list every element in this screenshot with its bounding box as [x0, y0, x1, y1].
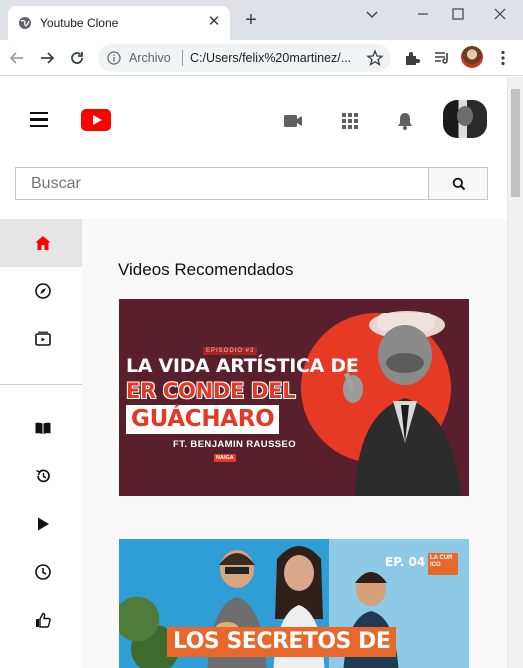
- clock-icon: [35, 564, 51, 580]
- thumbnail-episode-label: EP. 04: [385, 555, 426, 569]
- compass-icon: [35, 283, 51, 299]
- back-icon[interactable]: [6, 47, 28, 69]
- sidebar-divider: [0, 384, 82, 385]
- minimize-icon[interactable]: [413, 4, 433, 24]
- library-icon: [35, 422, 51, 434]
- bell-icon[interactable]: [394, 110, 416, 132]
- close-window-icon[interactable]: [490, 4, 510, 24]
- thumbs-up-icon: [36, 612, 51, 628]
- thumbnail-text-line4: FT. BENJAMIN RAUSSEO: [173, 439, 297, 450]
- tab-strip: Youtube Clone ✕ +: [0, 0, 523, 40]
- browser-profile-avatar[interactable]: [461, 46, 483, 68]
- sidebar-item-liked-videos[interactable]: [0, 596, 82, 644]
- video-thumbnail[interactable]: EP. 04 LA CUR ICO LOS SECRETOS DE: [119, 539, 469, 668]
- sidebar-item-library[interactable]: [0, 404, 82, 452]
- maximize-icon[interactable]: [448, 4, 468, 24]
- youtube-logo[interactable]: [81, 109, 111, 131]
- sidebar-item-your-videos[interactable]: [0, 500, 82, 548]
- thumbnail-text-line3: GUÁCHARO: [126, 405, 280, 434]
- video-thumbnail[interactable]: EPISODIO #3 LA VIDA ARTÍSTICA DE ER COND…: [119, 299, 469, 496]
- sidebar-item-history[interactable]: [0, 452, 82, 500]
- reload-icon[interactable]: [66, 47, 88, 69]
- sidebar-item-subscriptions[interactable]: [0, 315, 82, 363]
- home-icon: [35, 236, 51, 250]
- info-icon[interactable]: [107, 51, 121, 65]
- scrollbar-thumb[interactable]: [511, 89, 520, 197]
- bookmark-star-icon[interactable]: [366, 49, 384, 67]
- media-control-icon[interactable]: [432, 48, 452, 68]
- globe-icon: [19, 17, 31, 29]
- search-box: [15, 167, 428, 200]
- user-avatar[interactable]: [443, 100, 487, 138]
- search-input[interactable]: [16, 168, 427, 199]
- new-tab-icon[interactable]: +: [241, 10, 261, 30]
- sidebar-item-home[interactable]: [0, 219, 82, 267]
- browser-toolbar: Archivo C:/Users/felix%20martinez/...: [0, 40, 523, 76]
- main-content: Videos Recomendados EPISODIO #3 LA VIDA …: [82, 219, 507, 668]
- sidebar-item-explore[interactable]: [0, 267, 82, 315]
- sidebar: [0, 219, 82, 668]
- tab-title: Youtube Clone: [40, 16, 119, 30]
- thumbnail-text-line2: ER CONDE DEL: [126, 379, 296, 403]
- thumbnail-person-image: [343, 311, 461, 496]
- page-scrollbar[interactable]: [507, 77, 523, 668]
- more-menu-icon[interactable]: [493, 48, 513, 68]
- history-icon: [36, 469, 50, 483]
- search-button[interactable]: [428, 167, 488, 200]
- search-icon: [452, 177, 466, 191]
- address-url[interactable]: C:/Users/felix%20martinez/...: [190, 51, 358, 65]
- thumbnail-badge: NAIGA: [214, 454, 236, 462]
- page-viewport: Videos Recomendados EPISODIO #3 LA VIDA …: [0, 77, 507, 668]
- address-scheme-label: Archivo: [129, 51, 171, 65]
- extensions-icon[interactable]: [402, 48, 422, 68]
- chevron-down-icon[interactable]: [362, 4, 382, 24]
- section-title: Videos Recomendados: [118, 260, 294, 279]
- thumbnail-text-line1: LA VIDA ARTÍSTICA DE: [126, 355, 359, 377]
- menu-icon[interactable]: [30, 112, 48, 128]
- thumbnail-title-text: LOS SECRETOS DE: [167, 627, 397, 657]
- video-camera-icon[interactable]: [282, 110, 304, 132]
- sidebar-item-watch-later[interactable]: [0, 548, 82, 596]
- play-icon: [38, 517, 49, 531]
- thumbnail-channel-logo: LA CUR ICO: [428, 553, 458, 575]
- close-tab-icon[interactable]: ✕: [206, 14, 222, 30]
- subscriptions-icon: [35, 331, 51, 346]
- address-bar[interactable]: Archivo C:/Users/felix%20martinez/...: [98, 44, 391, 72]
- thumbnail-episode-label: EPISODIO #3: [203, 347, 258, 355]
- address-divider: [182, 50, 183, 66]
- forward-icon[interactable]: [36, 47, 58, 69]
- browser-tab[interactable]: Youtube Clone ✕: [8, 6, 230, 40]
- apps-grid-icon[interactable]: [339, 110, 361, 132]
